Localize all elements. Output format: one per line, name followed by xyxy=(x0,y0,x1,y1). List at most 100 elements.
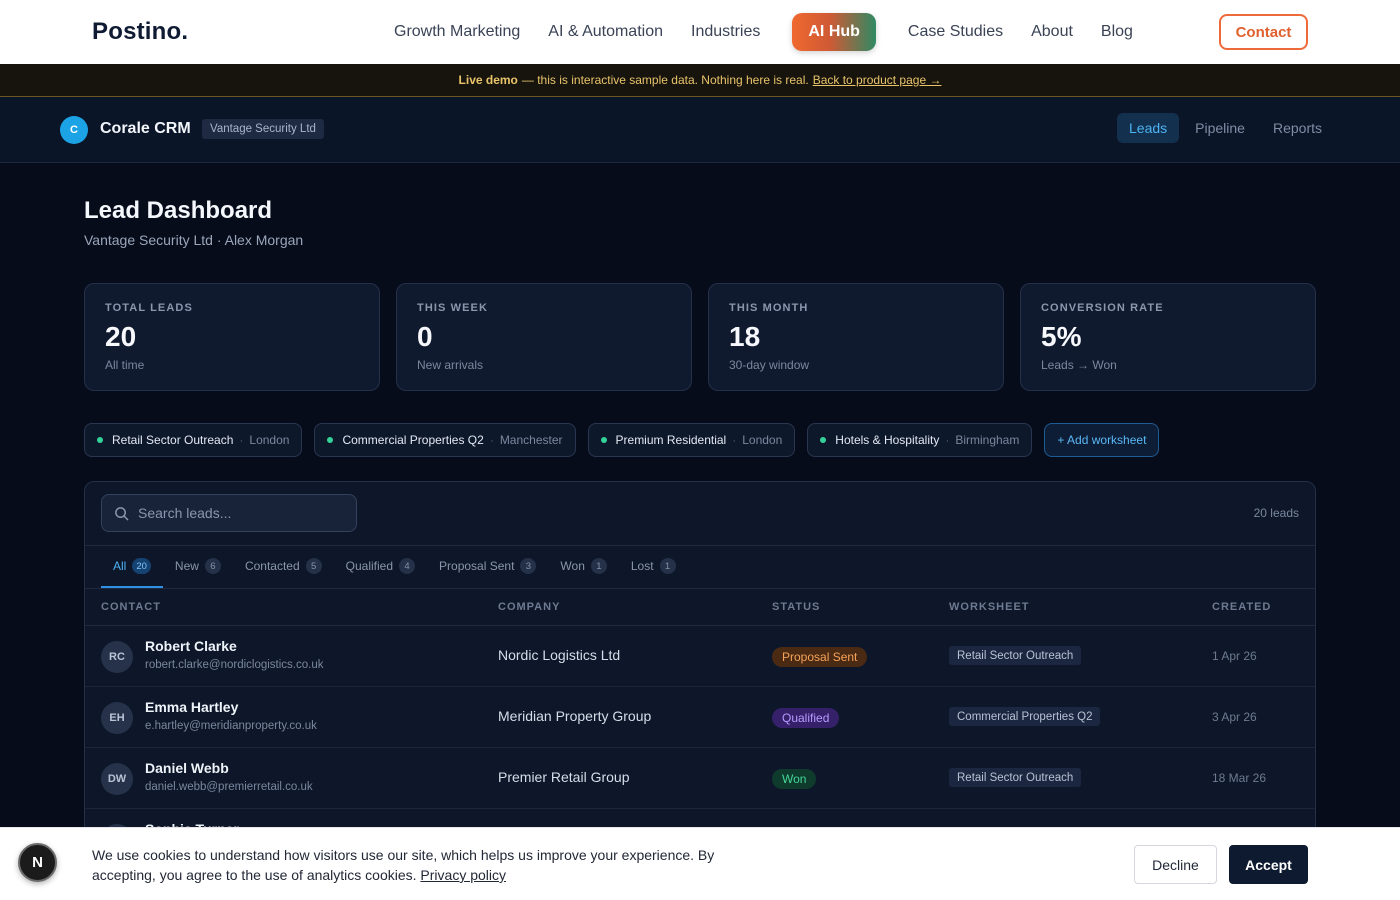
worksheet-location: Birmingham xyxy=(955,433,1020,447)
decline-button[interactable]: Decline xyxy=(1134,845,1217,884)
filter-count-badge: 5 xyxy=(305,558,322,574)
separator-dot-icon: · xyxy=(489,433,494,447)
filter-tab-new[interactable]: New 6 xyxy=(163,546,233,588)
contact-email: daniel.webb@premierretail.co.uk xyxy=(145,781,313,793)
table-row[interactable]: RC Robert Clarke robert.clarke@nordiclog… xyxy=(85,626,1315,687)
worksheet-name: Premium Residential xyxy=(615,433,727,447)
stat-value: 0 xyxy=(417,321,433,352)
filter-count-badge: 6 xyxy=(204,558,221,574)
search-icon xyxy=(115,506,129,520)
table-row[interactable]: EH Emma Hartley e.hartley@meridianproper… xyxy=(85,687,1315,748)
stat-caption: Leads → Won xyxy=(1041,358,1117,372)
company-name: Premier Retail Group xyxy=(498,769,630,785)
cookie-banner: N We use cookies to understand how visit… xyxy=(0,827,1400,900)
stat-caption: All time xyxy=(105,358,145,372)
status-dot-icon xyxy=(600,437,607,443)
avatar: DW xyxy=(101,763,133,795)
nav-ai-automation[interactable]: AI & Automation xyxy=(548,23,663,41)
stat-value: 18 xyxy=(729,321,761,352)
nav-growth-marketing[interactable]: Growth Marketing xyxy=(394,23,520,41)
contact-email: e.hartley@meridianproperty.co.uk xyxy=(145,720,317,732)
filter-label: All xyxy=(113,559,127,573)
stat-card-this-week: THIS WEEK 0 New arrivals xyxy=(396,283,692,391)
app-tabs: Leads Pipeline Reports xyxy=(1117,113,1334,143)
column-header-worksheet[interactable]: WORKSHEET xyxy=(949,601,1030,613)
status-badge: Qualified xyxy=(772,708,840,728)
stat-card-this-month: THIS MONTH 18 30-day window xyxy=(708,283,1004,391)
contact-email: robert.clarke@nordiclogistics.co.uk xyxy=(145,659,324,671)
brand-logo-icon[interactable]: N xyxy=(18,843,57,882)
worksheet-chip-commercial-properties-q2[interactable]: Commercial Properties Q2 · Manchester xyxy=(314,423,576,457)
filter-tab-proposal-sent[interactable]: Proposal Sent 3 xyxy=(427,546,548,588)
worksheet-name: Commercial Properties Q2 xyxy=(342,433,484,447)
page-title: Lead Dashboard xyxy=(84,197,273,224)
site-logo[interactable]: Postino. xyxy=(92,18,188,46)
stat-label: THIS MONTH xyxy=(729,302,809,314)
filter-tab-lost[interactable]: Lost 1 xyxy=(619,546,688,588)
filter-label: Contacted xyxy=(244,559,300,573)
nav-blog[interactable]: Blog xyxy=(1101,23,1133,41)
demo-banner-bold: Live demo xyxy=(458,73,518,87)
accept-button[interactable]: Accept xyxy=(1229,845,1308,884)
stat-caption: New arrivals xyxy=(417,358,484,372)
tab-pipeline[interactable]: Pipeline xyxy=(1183,113,1257,143)
filter-tab-contacted[interactable]: Contacted 5 xyxy=(233,546,334,588)
tab-reports[interactable]: Reports xyxy=(1261,113,1334,143)
column-header-status[interactable]: STATUS xyxy=(772,601,820,613)
site-header: Postino. Growth Marketing AI & Automatio… xyxy=(0,0,1400,64)
avatar: EH xyxy=(101,702,133,734)
lead-count: 20 leads xyxy=(1253,506,1299,520)
filter-label: Proposal Sent xyxy=(439,559,515,573)
stat-caption: 30-day window xyxy=(729,358,810,372)
avatar: RC xyxy=(101,641,133,673)
status-badge: Proposal Sent xyxy=(772,647,868,667)
filter-tab-won[interactable]: Won 1 xyxy=(548,546,618,588)
filter-label: Lost xyxy=(630,559,654,573)
worksheet-chip-retail-sector-outreach[interactable]: Retail Sector Outreach · London xyxy=(84,423,303,457)
worksheet-chip-hotels-hospitality[interactable]: Hotels & Hospitality · Birmingham xyxy=(807,423,1033,457)
contact-name[interactable]: Robert Clarke xyxy=(145,638,237,654)
nav-ai-hub-button[interactable]: AI Hub xyxy=(792,13,876,51)
status-dot-icon xyxy=(97,437,103,443)
add-worksheet-button[interactable]: + Add worksheet xyxy=(1044,423,1160,457)
separator-dot-icon: · xyxy=(239,433,244,447)
created-date: 3 Apr 26 xyxy=(1212,710,1257,724)
page-subtitle: Vantage Security Ltd · Alex Morgan xyxy=(84,232,304,248)
nav-industries[interactable]: Industries xyxy=(691,23,760,41)
created-date: 1 Apr 26 xyxy=(1212,649,1257,663)
filter-label: New xyxy=(174,559,199,573)
column-header-contact[interactable]: CONTACT xyxy=(101,601,161,613)
tab-leads[interactable]: Leads xyxy=(1117,113,1180,143)
demo-banner: Live demo — this is interactive sample d… xyxy=(0,64,1400,97)
demo-banner-text: — this is interactive sample data. Nothi… xyxy=(521,73,809,87)
column-header-company[interactable]: COMPANY xyxy=(498,601,560,613)
filter-count-badge: 4 xyxy=(399,558,416,574)
back-to-product-link[interactable]: Back to product page → xyxy=(813,73,942,87)
table-row[interactable]: DW Daniel Webb daniel.webb@premierretail… xyxy=(85,748,1315,809)
stat-label: CONVERSION RATE xyxy=(1041,302,1164,314)
site-nav-links: Growth Marketing AI & Automation Industr… xyxy=(380,12,1147,52)
filter-tab-all[interactable]: All 20 xyxy=(101,546,163,588)
filter-tab-qualified[interactable]: Qualified 4 xyxy=(334,546,427,588)
column-header-created[interactable]: CREATED xyxy=(1212,601,1271,613)
worksheet-chip-premium-residential[interactable]: Premium Residential · London xyxy=(587,423,796,457)
contact-name[interactable]: Emma Hartley xyxy=(145,699,238,715)
stat-card-total-leads: TOTAL LEADS 20 All time xyxy=(84,283,380,391)
filter-count-badge: 3 xyxy=(520,558,537,574)
stat-value: 5% xyxy=(1041,321,1082,352)
nav-case-studies[interactable]: Case Studies xyxy=(908,23,1003,41)
worksheet-name: Retail Sector Outreach xyxy=(112,433,234,447)
stat-cards: TOTAL LEADS 20 All time THIS WEEK 0 New … xyxy=(84,283,1316,391)
stat-value: 20 xyxy=(105,321,137,352)
search-input[interactable] xyxy=(138,505,338,521)
search-box[interactable] xyxy=(101,494,357,532)
nav-about[interactable]: About xyxy=(1031,23,1073,41)
contact-button[interactable]: Contact xyxy=(1219,14,1308,50)
worksheet-location: London xyxy=(249,433,290,447)
filter-count-badge: 1 xyxy=(659,558,676,574)
contact-name[interactable]: Daniel Webb xyxy=(145,760,229,776)
cookie-message: We use cookies to understand how visitor… xyxy=(92,845,772,885)
worksheet-chips: Retail Sector Outreach · London Commerci… xyxy=(84,423,1160,457)
privacy-policy-link[interactable]: Privacy policy xyxy=(420,867,506,883)
worksheet-location: London xyxy=(742,433,783,447)
